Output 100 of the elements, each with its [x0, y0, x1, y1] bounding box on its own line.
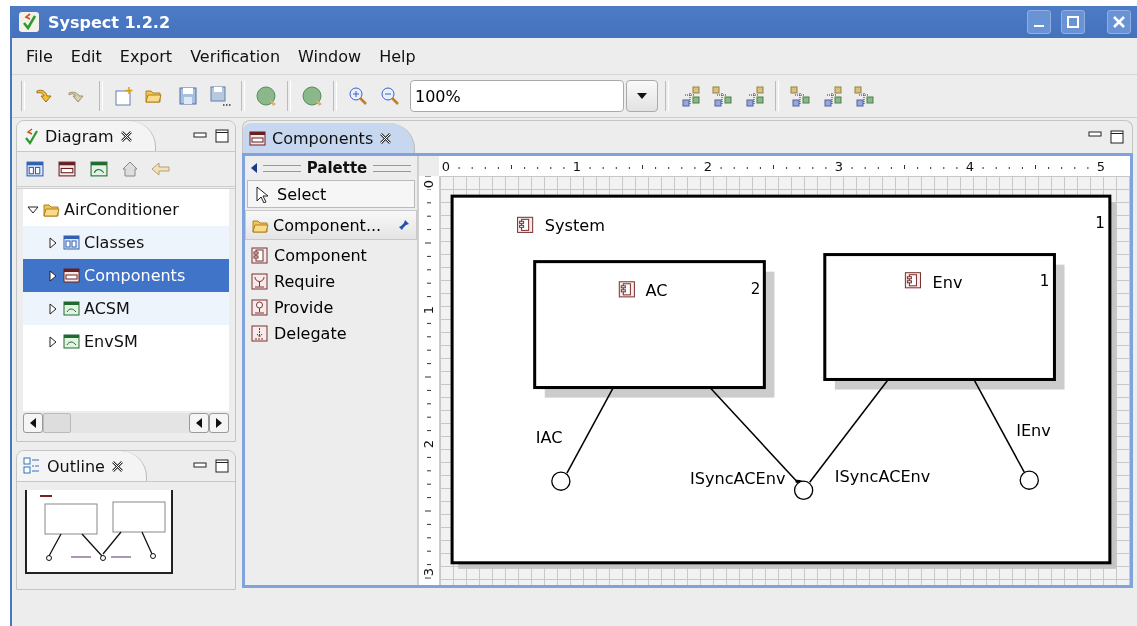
grip-lines[interactable] [263, 164, 301, 172]
scroll-left-button[interactable] [23, 413, 43, 433]
tree-item-label: EnvSM [84, 332, 138, 351]
ruler-label: 5 [1096, 159, 1106, 174]
window-title: Syspect 1.2.2 [48, 12, 172, 32]
scrollbar-thumb[interactable] [43, 413, 71, 433]
maximize-icon[interactable] [215, 459, 229, 473]
tree-item[interactable]: Classes [23, 226, 229, 259]
collapse-arrow-icon [251, 163, 257, 173]
view-tab[interactable]: Outline [17, 451, 147, 481]
caret-icon [637, 93, 647, 99]
scroll-right-button[interactable] [209, 413, 229, 433]
new-state-machine-icon [89, 160, 109, 178]
palette-drawer[interactable]: Component... [245, 210, 417, 240]
ruler-label: 1 [572, 159, 582, 174]
left-arrow-icon [196, 418, 202, 428]
close-button[interactable] [1107, 10, 1131, 34]
ruler-label: 0 [441, 159, 451, 174]
menu-item[interactable]: Edit [62, 42, 110, 70]
delegate-icon [251, 324, 268, 342]
outline-icon [23, 457, 41, 475]
menu-item[interactable]: Export [111, 42, 181, 70]
close-icon [1112, 15, 1126, 29]
dropdown-button[interactable] [626, 80, 658, 112]
component-diagram-icon [249, 129, 266, 147]
provide-icon [251, 298, 268, 316]
tree-item-label: Classes [84, 233, 145, 252]
component-icon [904, 272, 921, 289]
layout-icon [821, 85, 843, 107]
view-tab[interactable]: Diagram [17, 121, 156, 151]
zoom-in-icon [347, 85, 369, 107]
component-name: System [544, 216, 605, 236]
menu-item[interactable]: Help [371, 42, 424, 70]
ruler-label: 1 [420, 305, 436, 315]
interface-label: ISyncACEnv [834, 467, 931, 487]
palette-entry[interactable]: Require [245, 268, 417, 294]
state-machine-icon [63, 333, 80, 350]
maximize-button[interactable] [1061, 10, 1085, 34]
minimize-button[interactable] [1027, 10, 1051, 34]
close-icon [119, 129, 133, 143]
expand-triangle-icon [47, 335, 59, 348]
ruler-label: 3 [420, 567, 436, 577]
scroll-left-button[interactable] [189, 413, 209, 433]
palette-entry[interactable]: Component [245, 242, 417, 268]
multiplicity-label: 1 [1095, 214, 1105, 233]
tab-label: Diagram [45, 126, 114, 146]
tree-item[interactable]: Components [23, 259, 229, 292]
menu-item[interactable]: Window [290, 42, 370, 70]
minimize-icon[interactable] [193, 131, 207, 141]
blob-cursor-icon [300, 84, 324, 108]
editor-tab[interactable]: Components [243, 123, 416, 153]
ruler-label: 4 [965, 159, 975, 174]
provided-interface-circle [1019, 470, 1039, 490]
ruler-label: 2 [420, 439, 436, 449]
home-icon [121, 160, 139, 178]
zoom-out-icon [379, 85, 401, 107]
floppy-disk-icon [209, 85, 231, 107]
blob-cursor-icon [254, 84, 278, 108]
component-name: AC [645, 280, 668, 300]
menu-item[interactable]: File [18, 42, 61, 70]
minimize-icon[interactable] [193, 461, 207, 471]
maximize-icon [1066, 15, 1080, 29]
zoom-field[interactable]: 100% [410, 80, 624, 112]
grip-lines[interactable] [373, 164, 411, 172]
tree-item[interactable]: ACSM [23, 292, 229, 325]
component-icon [517, 216, 534, 233]
component-diagram-icon [63, 267, 80, 284]
interface-label: IAC [535, 427, 563, 447]
left-arrow-icon [30, 418, 36, 428]
pin-icon [398, 219, 410, 231]
multiplicity-label: 2 [750, 279, 761, 298]
require-icon [251, 272, 268, 290]
component-icon [618, 281, 635, 298]
minimize-icon[interactable] [1088, 130, 1102, 140]
app-logo-icon [23, 127, 39, 145]
cursor-icon [254, 185, 271, 203]
back-arrow-icon [151, 161, 171, 177]
palette-entry[interactable]: Provide [245, 294, 417, 320]
multiplicity-label: 1 [1039, 271, 1050, 290]
expand-triangle-icon [47, 302, 59, 315]
maximize-icon[interactable] [1110, 130, 1124, 144]
tree-item-label: ACSM [84, 299, 130, 318]
close-icon [379, 131, 393, 145]
palette-title: Palette [306, 159, 368, 177]
tree-item-label: Components [84, 266, 186, 285]
close-icon [110, 459, 124, 473]
new-file-icon [113, 85, 135, 107]
collapse-triangle-icon [27, 203, 39, 216]
ruler-label: 2 [703, 159, 713, 174]
palette-entry[interactable]: Delegate [245, 320, 417, 346]
palette-tool[interactable]: Select [247, 180, 415, 208]
new-class-diagram-icon [25, 160, 45, 178]
minimize-icon [1034, 25, 1044, 27]
menu-item[interactable]: Verification [182, 42, 289, 70]
component-icon [251, 246, 268, 264]
state-machine-icon [63, 300, 80, 317]
tab-label: Outline [47, 456, 105, 476]
tree-item-label: AirConditioner [64, 200, 179, 219]
maximize-icon[interactable] [215, 129, 229, 143]
app-logo-icon [18, 11, 40, 33]
